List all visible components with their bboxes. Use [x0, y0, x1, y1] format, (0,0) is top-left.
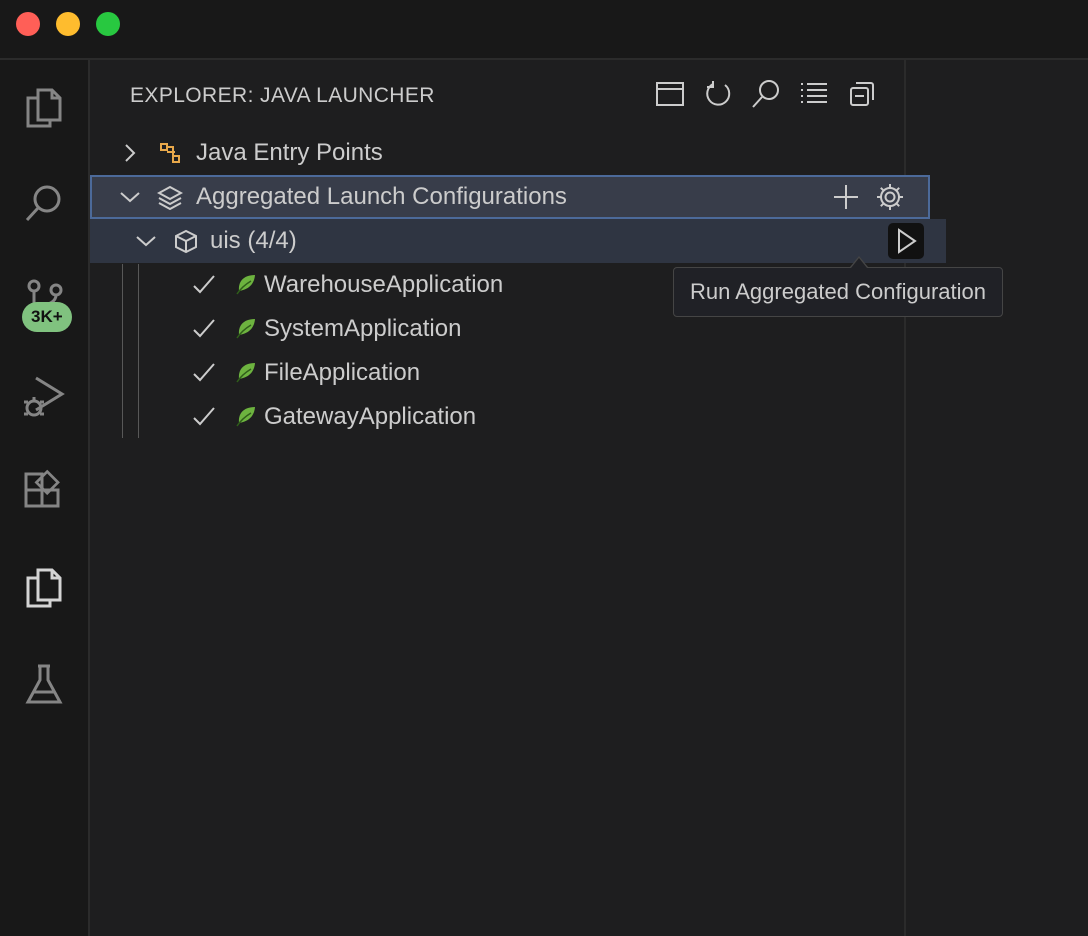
tree-item-label: SystemApplication [264, 315, 462, 342]
check-icon [190, 359, 218, 387]
tree-item-label: Java Entry Points [196, 139, 383, 166]
search-button[interactable] [748, 76, 784, 112]
tooltip-arrow-inner [851, 258, 867, 268]
tree-item-app[interactable]: GatewayApplication [90, 395, 1004, 439]
settings-button[interactable] [872, 179, 908, 215]
search-icon [752, 80, 779, 108]
collapse-all-icon [850, 82, 874, 106]
gear-icon [877, 184, 903, 210]
run-debug-icon [24, 376, 65, 417]
tree-item-label: WarehouseApplication [264, 271, 504, 298]
chevron-down-icon [132, 227, 160, 255]
activity-bar: 3K+ [0, 60, 90, 936]
spring-leaf-icon [230, 401, 262, 433]
activity-search[interactable] [0, 168, 88, 240]
tree-item-java-entry-points[interactable]: Java Entry Points [90, 131, 930, 175]
title-bar [0, 0, 1088, 60]
java-launcher-icon [26, 568, 62, 608]
activity-java-launcher[interactable] [0, 552, 88, 624]
tree-item-label: FileApplication [264, 359, 421, 386]
files-icon [26, 88, 62, 128]
play-icon [898, 228, 917, 254]
toggle-panel-button[interactable] [652, 76, 688, 112]
spring-leaf-icon [230, 269, 262, 301]
activity-explorer[interactable] [0, 72, 88, 144]
entry-points-icon [154, 137, 186, 169]
chevron-down-icon [116, 183, 144, 211]
spring-leaf-icon [230, 313, 262, 345]
refresh-icon [706, 81, 731, 106]
run-aggregated-configuration-button[interactable] [888, 223, 924, 259]
check-icon [190, 315, 218, 343]
tree-item-app[interactable]: FileApplication [90, 351, 1004, 395]
testing-icon [25, 664, 63, 704]
close-window-button[interactable] [16, 12, 40, 36]
chevron-right-icon [116, 139, 144, 167]
tree-item-label: Aggregated Launch Configurations [196, 183, 567, 210]
sidebar-title: EXPLORER: JAVA LAUNCHER [130, 84, 435, 107]
list-view-button[interactable] [796, 76, 832, 112]
explorer-sidebar: EXPLORER: JAVA LAUNCHER Java Entry Point… [90, 60, 946, 936]
package-icon [170, 225, 202, 257]
check-icon [190, 403, 218, 431]
collapse-all-button[interactable] [844, 76, 880, 112]
minimize-window-button[interactable] [56, 12, 80, 36]
tree-item-label: GatewayApplication [264, 403, 477, 430]
source-control-badge: 3K+ [22, 302, 72, 332]
plus-icon [834, 185, 858, 209]
layers-icon [154, 181, 186, 213]
check-icon [190, 271, 218, 299]
row-actions [888, 223, 924, 259]
tooltip: Run Aggregated Configuration [673, 267, 1003, 317]
zoom-window-button[interactable] [96, 12, 120, 36]
list-view-icon [801, 83, 827, 103]
tree-item-uis-group[interactable]: uis (4/4) [90, 219, 946, 263]
search-icon [25, 185, 61, 222]
activity-testing[interactable] [0, 648, 88, 720]
activity-extensions[interactable] [0, 456, 88, 528]
add-configuration-button[interactable] [828, 179, 864, 215]
spring-leaf-icon [230, 357, 262, 389]
panel-icon [656, 82, 684, 106]
tree-item-aggregated-launch-configurations[interactable]: Aggregated Launch Configurations [90, 175, 930, 219]
sidebar-actions [652, 76, 880, 112]
tree-item-label: uis (4/4) [210, 227, 297, 254]
activity-run-debug[interactable] [0, 360, 88, 432]
extensions-icon [24, 469, 60, 508]
refresh-button[interactable] [700, 76, 736, 112]
row-actions [828, 179, 908, 215]
